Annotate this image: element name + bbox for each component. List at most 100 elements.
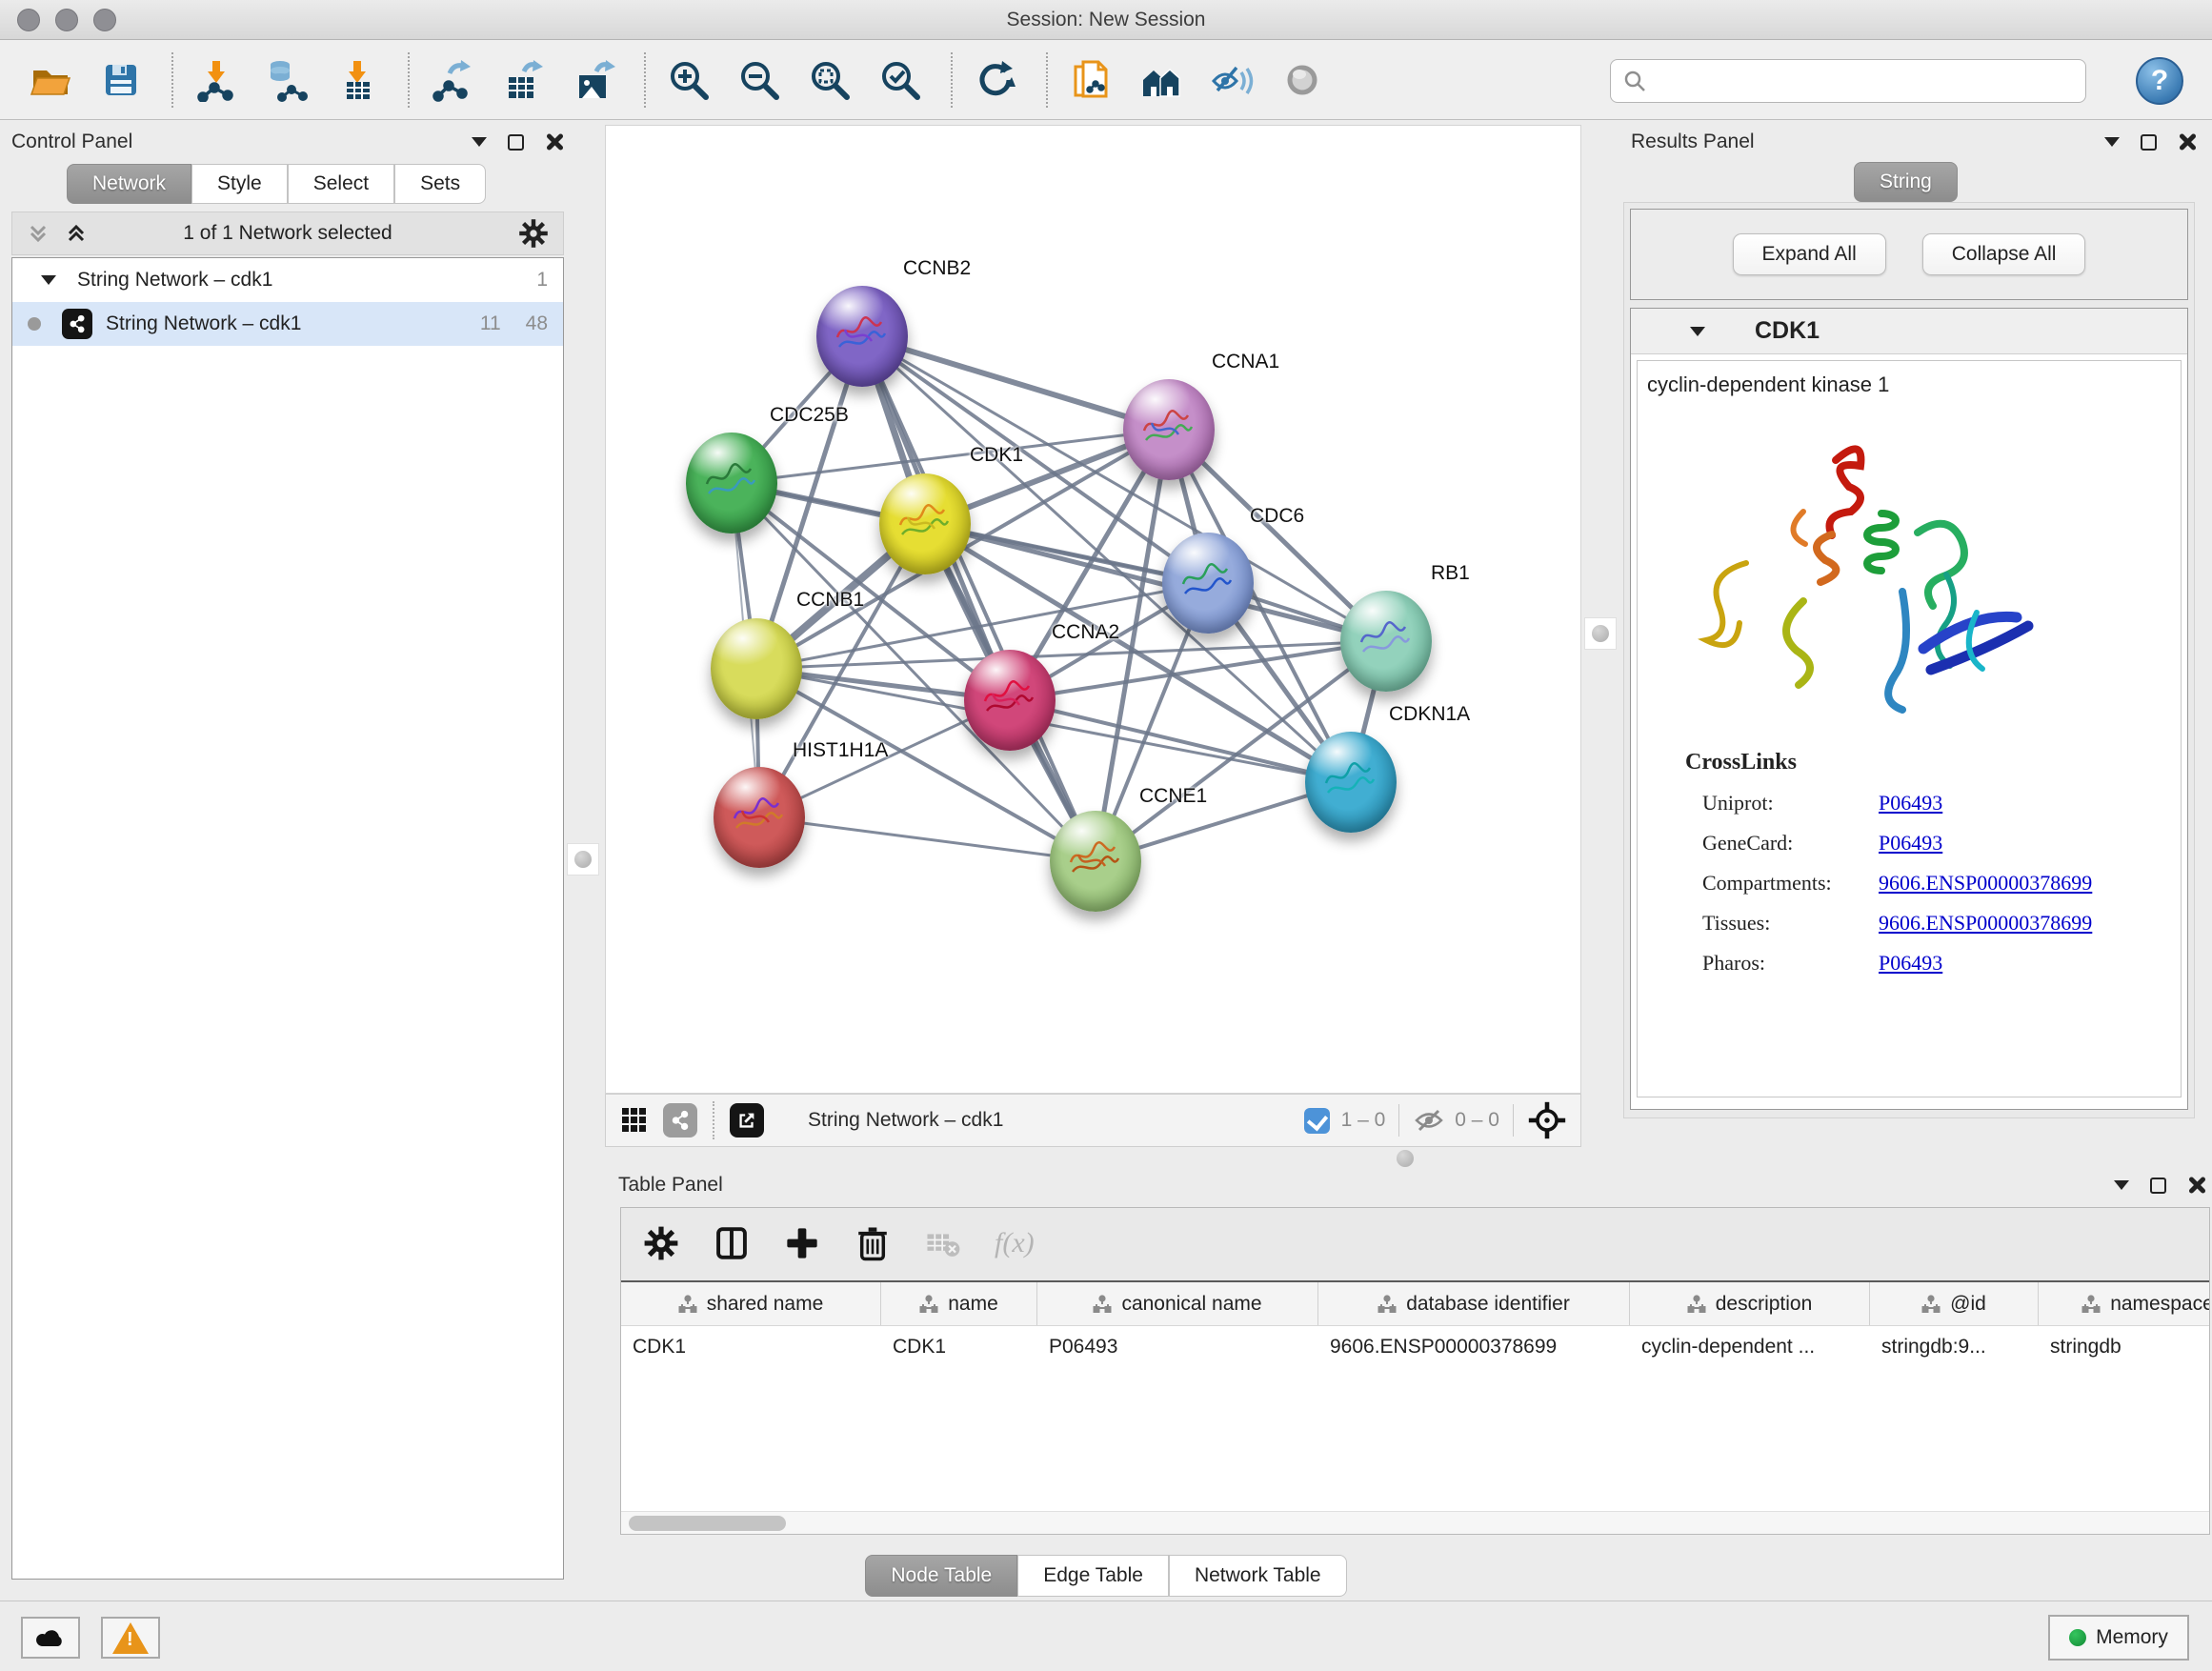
float-panel-icon[interactable]: [2150, 1178, 2166, 1194]
column-header-description[interactable]: description: [1630, 1282, 1870, 1325]
zoom-selected-button[interactable]: [876, 56, 924, 104]
documents-icon: [1069, 58, 1113, 102]
export-network-button[interactable]: [429, 56, 476, 104]
column-header--id[interactable]: @id: [1870, 1282, 2039, 1325]
table-cell[interactable]: P06493: [1037, 1336, 1318, 1359]
network-collection-row[interactable]: String Network – cdk1 1: [12, 258, 563, 302]
collapse-all-button[interactable]: Collapse All: [1922, 233, 2086, 275]
network-node-cdkn1a[interactable]: [1305, 732, 1397, 833]
horizontal-scrollbar[interactable]: [621, 1511, 2209, 1534]
detach-view-button[interactable]: [730, 1103, 764, 1137]
toolbar-separator: [171, 52, 173, 108]
column-header-database-identifier[interactable]: database identifier: [1318, 1282, 1630, 1325]
network-node-cdc25b[interactable]: [686, 433, 777, 534]
table-cell[interactable]: stringdb:9...: [1870, 1336, 2039, 1359]
import-network-file-button[interactable]: [192, 56, 240, 104]
table-cell[interactable]: CDK1: [621, 1336, 881, 1359]
refresh-button[interactable]: [972, 56, 1019, 104]
close-panel-icon[interactable]: [545, 132, 564, 151]
crosslink-link[interactable]: P06493: [1879, 951, 1942, 976]
help-button[interactable]: ?: [2136, 57, 2183, 105]
tab-network-table[interactable]: Network Table: [1169, 1555, 1347, 1597]
tab-edge-table[interactable]: Edge Table: [1017, 1555, 1169, 1597]
left-splitter-handle[interactable]: [567, 843, 599, 876]
tab-sets[interactable]: Sets: [394, 164, 486, 204]
houses-icon: [1139, 58, 1183, 102]
crosslink-link[interactable]: P06493: [1879, 831, 1942, 856]
table-cell[interactable]: cyclin-dependent ...: [1630, 1336, 1870, 1359]
column-header-shared-name[interactable]: shared name: [621, 1282, 881, 1325]
column-header-namespace[interactable]: namespace: [2039, 1282, 2209, 1325]
network-edge[interactable]: [862, 336, 1169, 430]
documents-button[interactable]: [1067, 56, 1115, 104]
crosshair-icon[interactable]: [1527, 1100, 1567, 1140]
show-columns-icon[interactable]: [713, 1224, 751, 1262]
panel-menu-icon[interactable]: [2114, 1180, 2129, 1190]
add-column-icon[interactable]: [783, 1224, 821, 1262]
panel-menu-icon[interactable]: [472, 137, 487, 147]
tab-string[interactable]: String: [1854, 162, 1958, 202]
table-cell[interactable]: CDK1: [881, 1336, 1037, 1359]
panel-menu-icon[interactable]: [2104, 137, 2120, 147]
column-header-canonical-name[interactable]: canonical name: [1037, 1282, 1318, 1325]
tab-select[interactable]: Select: [288, 164, 394, 204]
delete-column-trash-icon[interactable]: [854, 1224, 892, 1262]
network-share-icon[interactable]: [663, 1103, 697, 1137]
network-node-ccna1[interactable]: [1123, 379, 1215, 480]
table-row[interactable]: CDK1CDK1P064939606.ENSP00000378699cyclin…: [621, 1326, 2209, 1368]
zoom-fit-button[interactable]: [806, 56, 854, 104]
close-panel-icon[interactable]: [2178, 132, 2197, 151]
eye-button[interactable]: [1278, 56, 1326, 104]
column-header-name[interactable]: name: [881, 1282, 1037, 1325]
zoom-out-button[interactable]: [735, 56, 783, 104]
float-panel-icon[interactable]: [2141, 134, 2157, 151]
table-cell[interactable]: stringdb: [2039, 1336, 2209, 1359]
save-session-button[interactable]: [97, 56, 145, 104]
cloud-button[interactable]: [21, 1617, 80, 1659]
tab-network[interactable]: Network: [67, 164, 191, 204]
network-node-cdc6[interactable]: [1162, 533, 1254, 634]
houses-button[interactable]: [1137, 56, 1185, 104]
gene-header[interactable]: CDK1: [1631, 309, 2187, 354]
expand-all-button[interactable]: Expand All: [1733, 233, 1886, 275]
network-node-rb1[interactable]: [1340, 591, 1432, 692]
selected-checkbox[interactable]: [1304, 1108, 1330, 1134]
network-node-ccne1[interactable]: [1050, 811, 1141, 912]
search-input[interactable]: [1655, 62, 2074, 100]
export-image-button[interactable]: [570, 56, 617, 104]
birds-eye-view-icon[interactable]: [619, 1105, 650, 1136]
export-table-button[interactable]: [499, 56, 547, 104]
network-node-ccnb2[interactable]: [816, 286, 908, 387]
network-edge[interactable]: [759, 817, 1096, 861]
column-type-icon: [1921, 1295, 1941, 1314]
network-node-hist1h1a[interactable]: [714, 767, 805, 868]
import-table-button[interactable]: [333, 56, 381, 104]
network-edge[interactable]: [862, 336, 1096, 861]
memory-button[interactable]: Memory: [2048, 1615, 2189, 1661]
float-panel-icon[interactable]: [508, 134, 524, 151]
close-panel-icon[interactable]: [2187, 1176, 2206, 1195]
column-type-icon: [1093, 1295, 1112, 1314]
network-node-ccna2[interactable]: [964, 650, 1056, 751]
zoom-in-button[interactable]: [665, 56, 713, 104]
scrollbar-thumb[interactable]: [629, 1516, 786, 1531]
network-node-cdk1[interactable]: [879, 473, 971, 574]
table-settings-gear-icon[interactable]: [642, 1224, 680, 1262]
network-canvas[interactable]: CCNB2CCNA1CDC25BCDK1CDC6RB1CCNB1CCNA2CDK…: [605, 125, 1581, 1094]
import-network-database-button[interactable]: [263, 56, 311, 104]
eye-slash-button[interactable]: [1208, 56, 1256, 104]
gene-expander-icon[interactable]: [1690, 327, 1705, 336]
collection-expander-icon[interactable]: [41, 275, 56, 285]
tab-node-table[interactable]: Node Table: [865, 1555, 1017, 1597]
bottom-splitter-handle[interactable]: [1389, 1149, 1421, 1168]
tab-style[interactable]: Style: [191, 164, 288, 204]
crosslink-link[interactable]: P06493: [1879, 791, 1942, 815]
open-session-button[interactable]: [27, 56, 74, 104]
warning-button[interactable]: [101, 1617, 160, 1659]
crosslink-link[interactable]: 9606.ENSP00000378699: [1879, 871, 2092, 896]
crosslink-link[interactable]: 9606.ENSP00000378699: [1879, 911, 2092, 936]
network-node-ccnb1[interactable]: [711, 618, 802, 719]
network-row[interactable]: String Network – cdk1 11 48: [12, 302, 563, 346]
table-cell[interactable]: 9606.ENSP00000378699: [1318, 1336, 1630, 1359]
right-splitter-handle[interactable]: [1584, 617, 1617, 650]
